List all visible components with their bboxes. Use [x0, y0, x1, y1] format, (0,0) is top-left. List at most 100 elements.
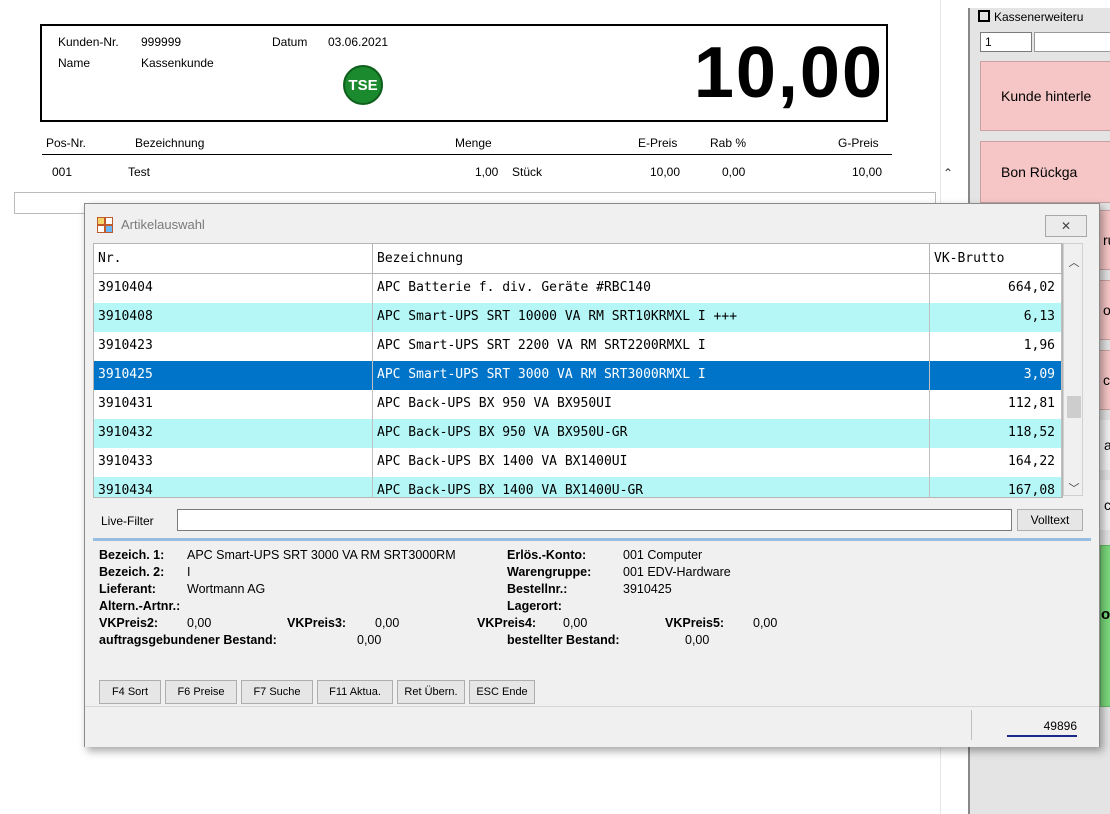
- panel-field[interactable]: [1034, 32, 1110, 52]
- position-epreis[interactable]: 10,00: [650, 165, 680, 179]
- scrollbar-thumb[interactable]: [1067, 396, 1081, 418]
- return-receipt-button[interactable]: Bon Rückga: [980, 141, 1110, 203]
- close-button[interactable]: ✕: [1045, 215, 1087, 237]
- cell-vk: 167,08: [930, 477, 1062, 497]
- table-row[interactable]: 3910431 APC Back-UPS BX 950 VA BX950UI 1…: [94, 390, 1062, 419]
- bestellter-bestand-value: 0,00: [685, 633, 710, 647]
- bez1-value: APC Smart-UPS SRT 3000 VA RM SRT3000RM: [187, 548, 456, 562]
- cell-nr: 3910434: [94, 477, 373, 497]
- cell-nr: 3910433: [94, 448, 373, 477]
- lieferant-value: Wortmann AG: [187, 582, 266, 596]
- f7-suche-button[interactable]: F7 Suche: [241, 680, 313, 704]
- panel-title-text: Kassenerweiteru: [994, 10, 1084, 24]
- lagerort-label: Lagerort:: [507, 599, 562, 613]
- vkpreis2-value: 0,00: [187, 616, 212, 630]
- col-header-epreis: E-Preis: [638, 136, 678, 150]
- status-count: 49896: [1007, 719, 1077, 737]
- position-rab[interactable]: 0,00: [722, 165, 745, 179]
- article-grid[interactable]: Nr. Bezeichnung VK-Brutto 3910404 APC Ba…: [93, 243, 1063, 498]
- table-row[interactable]: 3910433 APC Back-UPS BX 1400 VA BX1400UI…: [94, 448, 1062, 477]
- status-divider: [971, 710, 972, 740]
- position-menge[interactable]: 1,00: [475, 165, 498, 179]
- erloes-konto-label: Erlös.-Konto:: [507, 548, 587, 562]
- cell-nr: 3910431: [94, 390, 373, 419]
- bestellter-bestand-label: bestellter Bestand:: [507, 633, 620, 647]
- name-value: Kassenkunde: [141, 56, 214, 70]
- status-bar: [85, 706, 1099, 747]
- live-filter-input[interactable]: [177, 509, 1012, 531]
- panel-button-6[interactable]: a: [1100, 420, 1110, 470]
- vkpreis5-label: VKPreis5:: [665, 616, 725, 630]
- cell-bezeichnung: APC Back-UPS BX 950 VA BX950UI: [373, 390, 930, 419]
- col-header-rab: Rab %: [710, 136, 747, 150]
- vkpreis4-value: 0,00: [563, 616, 588, 630]
- panel-button-green[interactable]: o: [1100, 545, 1110, 707]
- table-row[interactable]: 3910423 APC Smart-UPS SRT 2200 VA RM SRT…: [94, 332, 1062, 361]
- cell-vk: 112,81: [930, 390, 1062, 419]
- f6-preise-button[interactable]: F6 Preise: [165, 680, 237, 704]
- position-nr[interactable]: 001: [52, 165, 72, 179]
- cell-nr: 3910404: [94, 274, 373, 303]
- vkpreis5-value: 0,00: [753, 616, 778, 630]
- cell-vk: 664,02: [930, 274, 1062, 303]
- f11-aktua-button[interactable]: F11 Aktua.: [317, 680, 393, 704]
- table-row-selected[interactable]: 3910425 APC Smart-UPS SRT 3000 VA RM SRT…: [94, 361, 1062, 390]
- cell-bezeichnung: APC Smart-UPS SRT 2200 VA RM SRT2200RMXL…: [373, 332, 930, 361]
- date-value: 03.06.2021: [328, 35, 389, 49]
- vkpreis3-label: VKPreis3:: [287, 616, 347, 630]
- vkpreis3-value: 0,00: [375, 616, 400, 630]
- position-bezeichnung[interactable]: Test: [128, 165, 150, 179]
- bez2-value: I: [187, 565, 191, 579]
- table-row[interactable]: 3910434 APC Back-UPS BX 1400 VA BX1400U-…: [94, 477, 1062, 497]
- name-label: Name: [58, 56, 91, 70]
- position-gpreis[interactable]: 10,00: [852, 165, 882, 179]
- chevron-up-icon[interactable]: ︿: [1064, 254, 1084, 270]
- bez2-label: Bezeich. 2:: [99, 565, 165, 579]
- park-customer-button[interactable]: Kunde hinterle: [980, 61, 1110, 131]
- window-icon: [978, 10, 990, 22]
- chevron-down-icon[interactable]: ﹀: [1064, 480, 1084, 496]
- total-amount: 10,00: [693, 33, 884, 113]
- warengruppe-value: 001 EDV-Hardware: [623, 565, 731, 579]
- cell-nr: 3910408: [94, 303, 373, 332]
- dialog-titlebar[interactable]: [85, 204, 1099, 240]
- article-selection-dialog: Artikelauswahl ✕ Nr. Bezeichnung VK-Brut…: [84, 203, 1100, 747]
- volltext-button[interactable]: Volltext: [1017, 509, 1083, 531]
- panel-button-7[interactable]: c: [1100, 480, 1110, 530]
- grid-header-vk-brutto[interactable]: VK-Brutto: [930, 244, 1062, 274]
- cell-vk: 3,09: [930, 361, 1062, 390]
- cell-vk: 6,13: [930, 303, 1062, 332]
- col-header-pos: Pos-Nr.: [46, 136, 87, 150]
- live-filter-label: Live-Filter: [101, 514, 154, 528]
- table-row[interactable]: 3910432 APC Back-UPS BX 950 VA BX950U-GR…: [94, 419, 1062, 448]
- close-icon: ✕: [1060, 219, 1072, 233]
- auftragsgebunden-label: auftragsgebundener Bestand:: [99, 633, 277, 647]
- scroll-up-icon[interactable]: ⌃: [943, 166, 953, 180]
- grid-app-icon: [97, 217, 113, 233]
- dialog-title: Artikelauswahl: [121, 217, 205, 232]
- esc-ende-button[interactable]: ESC Ende: [469, 680, 535, 704]
- customer-nr-value: 999999: [141, 35, 182, 49]
- bestellnr-label: Bestellnr.:: [507, 582, 568, 596]
- left-margin: [0, 0, 8, 814]
- table-row[interactable]: 3910408 APC Smart-UPS SRT 10000 VA RM SR…: [94, 303, 1062, 332]
- grid-header-nr[interactable]: Nr.: [94, 244, 373, 274]
- cell-vk: 164,22: [930, 448, 1062, 477]
- lieferant-label: Lieferant:: [99, 582, 156, 596]
- f4-sort-button[interactable]: F4 Sort: [99, 680, 161, 704]
- panel-button-green-label: o: [1101, 606, 1110, 623]
- ret-uebern-button[interactable]: Ret Übern.: [397, 680, 465, 704]
- cell-vk: 118,52: [930, 419, 1062, 448]
- customer-nr-label: Kunden-Nr.: [58, 35, 119, 49]
- vkpreis2-label: VKPreis2:: [99, 616, 159, 630]
- cell-bezeichnung: APC Smart-UPS SRT 3000 VA RM SRT3000RMXL…: [373, 361, 930, 390]
- bez1-label: Bezeich. 1:: [99, 548, 165, 562]
- grid-header-bezeichnung[interactable]: Bezeichnung: [373, 244, 930, 274]
- cell-nr: 3910425: [94, 361, 373, 390]
- warengruppe-label: Warengruppe:: [507, 565, 592, 579]
- panel-input[interactable]: 1: [980, 32, 1032, 52]
- bestellnr-value: 3910425: [623, 582, 672, 596]
- table-row[interactable]: 3910404 APC Batterie f. div. Geräte #RBC…: [94, 274, 1062, 303]
- grid-scrollbar[interactable]: ︿ ﹀: [1063, 243, 1083, 496]
- altern-artnr-label: Altern.-Artnr.:: [99, 599, 181, 613]
